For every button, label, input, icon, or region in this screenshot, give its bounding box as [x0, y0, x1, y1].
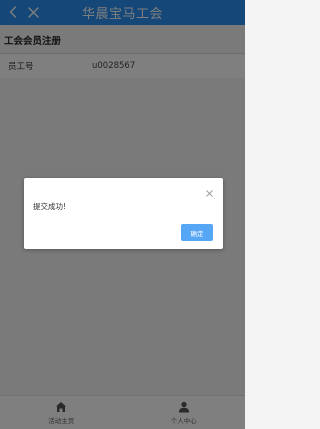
dialog-close-button[interactable]: [205, 189, 213, 197]
success-dialog: 提交成功! 确定: [24, 178, 223, 249]
close-icon: [205, 189, 213, 197]
app-screen: 华晨宝马工会 工会会员注册 员工号 u0028567 活动主页 个人中心: [0, 0, 245, 429]
confirm-button[interactable]: 确定: [181, 224, 213, 241]
dialog-message: 提交成功!: [33, 202, 67, 211]
